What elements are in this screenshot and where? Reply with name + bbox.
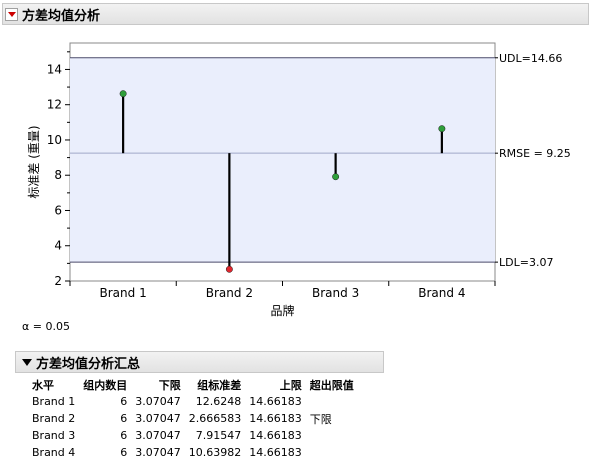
data-point-1 bbox=[119, 90, 127, 98]
x-tick-label: Brand 2 bbox=[206, 286, 253, 300]
table-cell bbox=[306, 444, 358, 461]
table-row: Brand 1 6 3.07047 12.6248 14.66183 bbox=[30, 393, 358, 410]
table-cell: 14.66183 bbox=[249, 446, 302, 459]
data-point-3 bbox=[332, 173, 340, 181]
y-tick-label: 4 bbox=[54, 239, 62, 253]
col-header: 水平 bbox=[32, 378, 54, 392]
disclosure-down-icon[interactable] bbox=[22, 358, 32, 366]
decision-band bbox=[70, 57, 495, 263]
y-tick-label: 6 bbox=[54, 203, 62, 217]
table-cell: 6 bbox=[120, 446, 128, 459]
udl-label: UDL=14.66 bbox=[499, 52, 562, 65]
report-header[interactable]: 方差均值分析 bbox=[2, 3, 589, 25]
table-row: Brand 2 6 3.07047 2.666583 14.66183 下限 bbox=[30, 410, 358, 427]
y-tick-label: 12 bbox=[47, 98, 62, 112]
report-title: 方差均值分析 bbox=[22, 8, 101, 24]
table-cell: 3.07047 bbox=[135, 446, 181, 459]
data-point-2 bbox=[225, 265, 233, 273]
alpha-label: α = 0.05 bbox=[22, 320, 70, 333]
x-tick-label: Brand 1 bbox=[100, 286, 147, 300]
table-cell: 6 bbox=[120, 429, 128, 442]
x-axis-label: 品牌 bbox=[270, 304, 294, 318]
col-header: 超出限值 bbox=[309, 378, 354, 392]
col-header: 组标准差 bbox=[197, 378, 242, 392]
table-cell: 12.6248 bbox=[195, 395, 242, 408]
x-tick-label: Brand 4 bbox=[418, 286, 465, 300]
table-cell: 3.07047 bbox=[135, 412, 181, 425]
table-row: Brand 4 6 3.07047 10.63982 14.66183 bbox=[30, 444, 358, 461]
table-cell bbox=[306, 427, 358, 444]
col-header: 组内数目 bbox=[83, 378, 128, 392]
table-cell: 14.66183 bbox=[249, 412, 302, 425]
center-label: RMSE = 9.25 bbox=[499, 147, 571, 160]
table-cell: Brand 4 bbox=[32, 446, 76, 459]
summary-title: 方差均值分析汇总 bbox=[36, 356, 141, 372]
y-tick-label: 8 bbox=[54, 168, 62, 182]
col-header: 下限 bbox=[158, 378, 181, 392]
ldl-label: LDL=3.07 bbox=[499, 256, 553, 269]
summary-header-row: 水平 组内数目 下限 组标准差 上限 超出限值 bbox=[30, 376, 358, 393]
table-cell: 7.91547 bbox=[195, 429, 242, 442]
table-cell: 3.07047 bbox=[135, 429, 181, 442]
table-cell: Brand 2 bbox=[32, 412, 76, 425]
table-cell: Brand 3 bbox=[32, 429, 76, 442]
y-tick-label: 10 bbox=[47, 133, 62, 147]
table-cell: 14.66183 bbox=[249, 395, 302, 408]
y-tick-label: 2 bbox=[54, 274, 62, 288]
table-cell: Brand 1 bbox=[32, 395, 76, 408]
x-tick-label: Brand 3 bbox=[312, 286, 359, 300]
table-cell: 6 bbox=[120, 395, 128, 408]
table-cell: 3.07047 bbox=[135, 395, 181, 408]
table-row: Brand 3 6 3.07047 7.91547 14.66183 bbox=[30, 427, 358, 444]
y-axis-label: 标准差 (重量) bbox=[27, 125, 41, 198]
y-tick-label: 14 bbox=[47, 62, 62, 76]
red-triangle-menu-icon[interactable] bbox=[5, 7, 18, 21]
summary-header[interactable]: 方差均值分析汇总 bbox=[15, 351, 384, 373]
table-cell: 10.63982 bbox=[188, 446, 242, 459]
table-cell: 6 bbox=[120, 412, 128, 425]
summary-table: 水平 组内数目 下限 组标准差 上限 超出限值 Brand 1 6 3.0704… bbox=[30, 376, 358, 461]
table-cell: 下限 bbox=[309, 412, 332, 426]
col-header: 上限 bbox=[279, 378, 302, 392]
table-cell bbox=[306, 393, 358, 410]
data-point-4 bbox=[438, 125, 446, 133]
table-cell: 2.666583 bbox=[188, 412, 242, 425]
anom-variances-chart: UDL=14.66 RMSE = 9.25 LDL=3.07 2 4 6 8 10 12 14 标准… bbox=[27, 42, 571, 318]
table-cell: 14.66183 bbox=[249, 429, 302, 442]
